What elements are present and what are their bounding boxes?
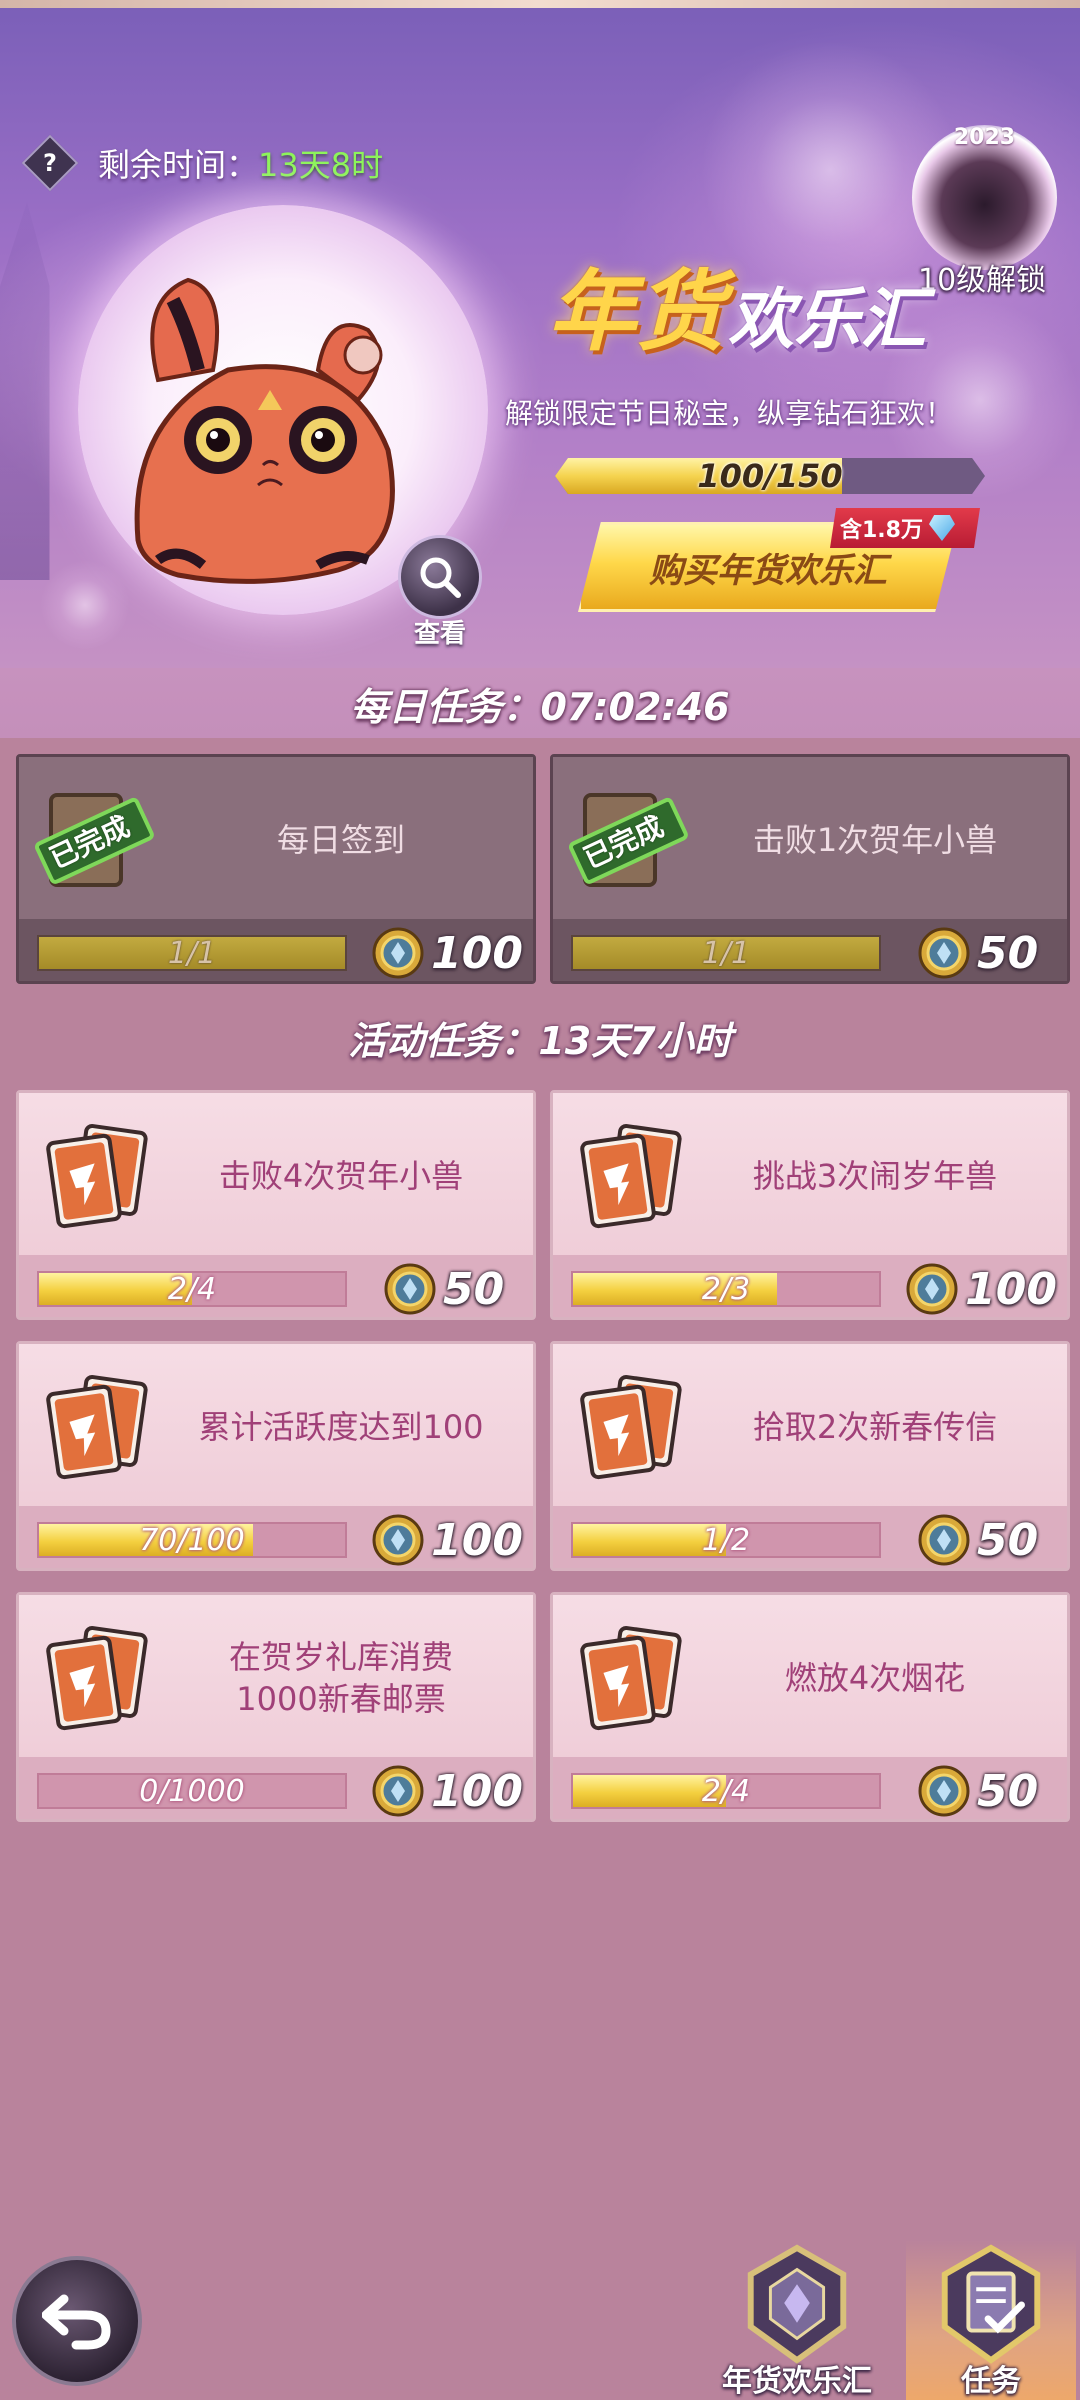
task-progress-text: 2/4 (167, 1271, 217, 1307)
event-title-part2: 欢乐汇 (728, 281, 927, 358)
view-pet-label: 查看 (413, 619, 466, 649)
event-progress-text: 100/150 (697, 457, 843, 495)
task-cards-icon (577, 1372, 687, 1482)
coin-icon (371, 1513, 425, 1567)
event-pass-emblem-icon (747, 2244, 847, 2364)
task-title: 累计活跃度达到100 (198, 1407, 484, 1446)
unlock-level-label: 10级解锁 (918, 263, 1047, 298)
task-reward-value: 100 (431, 1514, 523, 1566)
activity-tasks-title: 活动任务：13天7小时 (348, 1018, 732, 1063)
event-progress-bar: 100/150 (555, 458, 985, 494)
task-title: 燃放4次烟花 (784, 1658, 966, 1697)
task-reward-value: 100 (431, 1765, 523, 1817)
task-title: 击败1次贺年小兽 (752, 820, 998, 859)
coin-icon (917, 1513, 971, 1567)
task-reward-value: 100 (965, 1263, 1057, 1315)
firework-decoration (40, 560, 130, 650)
diamond-bonus-tag: 含1.8万 (830, 508, 980, 548)
task-progress-text: 0/1000 (139, 1773, 245, 1809)
task-progress-bar: 2/4 (571, 1773, 881, 1809)
task-progress-text: 1/1 (167, 935, 217, 971)
diamond-bonus-text: 含1.8万 (840, 518, 923, 543)
task-progress-bar: 1/1 (571, 935, 881, 971)
daily-tasks-header: 每日任务：07:02:46 (0, 668, 1080, 738)
task-progress-bar: 1/2 (571, 1522, 881, 1558)
task-reward-value: 50 (977, 1514, 1039, 1566)
tab-event-pass-label: 年货欢乐汇 (722, 2364, 872, 2399)
tab-tasks-label: 任务 (961, 2364, 1021, 2399)
remaining-time-value: 13天8时 (258, 146, 384, 184)
task-cards-icon (43, 1372, 153, 1482)
tab-tasks[interactable]: 任务 (906, 2240, 1076, 2400)
task-reward-value: 100 (431, 927, 523, 979)
task-progress-bar: 2/4 (37, 1271, 347, 1307)
task-progress-bar: 1/1 (37, 935, 347, 971)
task-reward: 50 (917, 1510, 1057, 1570)
activity-tasks-header: 活动任务：13天7小时 (0, 1002, 1080, 1072)
coin-icon (371, 1764, 425, 1818)
coin-icon (905, 1262, 959, 1316)
remaining-time-label: 剩余时间： (98, 146, 259, 184)
task-reward-value: 50 (977, 927, 1039, 979)
task-title: 拾取2次新春传信 (752, 1407, 998, 1446)
activity-task-card[interactable]: 击败4次贺年小兽 2/4 50 (16, 1090, 536, 1320)
event-title: 年货 欢乐汇 (548, 258, 926, 368)
task-cards-icon (43, 1121, 153, 1231)
task-progress-bar: 2/3 (571, 1271, 881, 1307)
task-cards-icon (577, 1121, 687, 1231)
badge-year: 2023 (953, 125, 1016, 150)
task-reward-value: 50 (443, 1263, 505, 1315)
activity-task-card[interactable]: 挑战3次闹岁年兽 2/3 100 (550, 1090, 1070, 1320)
castle-silhouette (0, 202, 50, 580)
magnifier-icon (398, 535, 482, 619)
buy-event-pass-label: 购买年货欢乐汇 (649, 550, 887, 591)
task-reward: 100 (371, 1761, 523, 1821)
task-reward: 100 (371, 1510, 523, 1570)
task-progress-text: 2/4 (701, 1773, 751, 1809)
event-subtitle: 解锁限定节日秘宝，纵享钻石狂欢！ (505, 397, 954, 430)
task-title: 每日签到 (276, 820, 405, 859)
task-progress-bar: 70/100 (37, 1522, 347, 1558)
task-reward: 50 (383, 1259, 523, 1319)
activity-task-card[interactable]: 累计活跃度达到100 70/100 100 (16, 1341, 536, 1571)
task-progress-text: 70/100 (139, 1522, 245, 1558)
task-progress-text: 1/2 (701, 1522, 751, 1558)
pet-creature-image (134, 277, 395, 584)
view-pet-button[interactable]: 查看 (395, 535, 485, 655)
remaining-time: ? 剩余时间： 13天8时 (21, 134, 384, 192)
task-progress-text: 1/1 (701, 935, 751, 971)
back-button[interactable] (12, 2256, 142, 2386)
daily-task-card[interactable]: 已完成 击败1次贺年小兽 1/1 50 (550, 754, 1070, 984)
task-reward: 50 (917, 923, 1057, 983)
tab-event-pass[interactable]: 年货欢乐汇 (712, 2240, 882, 2400)
year-badge-icon[interactable]: 2023 (912, 125, 1057, 270)
tasks-emblem-icon (941, 2244, 1041, 2364)
diamond-icon (928, 515, 955, 541)
task-reward-value: 50 (977, 1765, 1039, 1817)
task-cards-icon (577, 1623, 687, 1733)
task-cards-icon (43, 1623, 153, 1733)
activity-task-card[interactable]: 在贺岁礼库消费 1000新春邮票 0/1000 100 (16, 1592, 536, 1822)
coin-icon (917, 1764, 971, 1818)
daily-tasks-title: 每日任务：07:02:46 (350, 684, 730, 729)
event-banner: ? 剩余时间： 13天8时 查看 2023 10级解锁 年货 欢乐汇 解锁限定节… (0, 0, 1080, 670)
task-title: 击败4次贺年小兽 (218, 1156, 464, 1195)
daily-task-card[interactable]: 已完成 每日签到 1/1 100 (16, 754, 536, 984)
task-reward: 50 (917, 1761, 1057, 1821)
task-title: 挑战3次闹岁年兽 (752, 1156, 998, 1195)
task-reward: 100 (905, 1259, 1057, 1319)
coin-icon (917, 926, 971, 980)
coin-icon (383, 1262, 437, 1316)
event-title-part1: 年货 (548, 260, 725, 363)
task-title: 在贺岁礼库消费 1000新春邮票 (228, 1637, 453, 1718)
back-arrow-icon (42, 2294, 111, 2350)
task-progress-text: 2/3 (701, 1271, 751, 1307)
task-progress-bar: 0/1000 (37, 1773, 347, 1809)
coin-icon (371, 926, 425, 980)
task-reward: 100 (371, 923, 523, 983)
help-icon[interactable]: ? (21, 134, 79, 192)
activity-task-card[interactable]: 燃放4次烟花 2/4 50 (550, 1592, 1070, 1822)
activity-task-card[interactable]: 拾取2次新春传信 1/2 50 (550, 1341, 1070, 1571)
